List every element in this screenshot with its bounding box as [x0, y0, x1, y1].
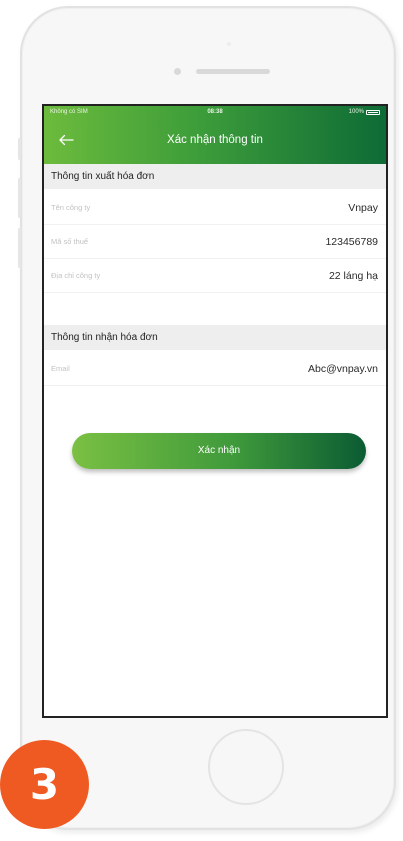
company-name-row: Tên công ty Vnpay [44, 191, 386, 225]
company-address-label: Địa chỉ công ty [51, 271, 101, 280]
company-address-value: 22 láng hạ [328, 270, 378, 282]
status-time: 08:38 [207, 109, 223, 115]
side-button-volume-down [18, 228, 21, 268]
email-value: Abc@vnpay.vn [308, 363, 378, 375]
receive-section-header: Thông tin nhận hóa đơn [44, 325, 386, 350]
company-name-value: Vnpay [348, 202, 378, 214]
tax-code-label: Mã số thuế [51, 237, 89, 246]
company-address-row: Địa chỉ công ty 22 láng hạ [44, 259, 386, 293]
confirm-button[interactable]: Xác nhận [72, 433, 366, 469]
front-camera [174, 68, 181, 75]
home-button[interactable] [208, 729, 284, 805]
carrier-label: Không có SIM [50, 109, 88, 115]
side-button-mute [18, 138, 21, 160]
page-title: Xác nhận thông tin [167, 134, 263, 146]
invoice-section-header: Thông tin xuất hóa đơn [44, 164, 386, 189]
app-screen: Không có SIM 08:38 100% Xác nhận thông t… [42, 104, 388, 718]
battery-icon [366, 109, 380, 115]
status-bar: Không có SIM 08:38 100% [44, 109, 386, 121]
app-header: Không có SIM 08:38 100% Xác nhận thông t… [44, 106, 386, 164]
battery-indicator: 100% [349, 109, 380, 115]
tax-code-value: 123456789 [325, 236, 378, 248]
email-label: Email [51, 364, 70, 373]
battery-percent: 100% [348, 109, 364, 115]
earpiece-dot [227, 42, 231, 46]
tax-code-row: Mã số thuế 123456789 [44, 225, 386, 259]
company-name-label: Tên công ty [51, 203, 91, 212]
speaker-grille [196, 69, 270, 74]
step-number-badge: 3 [0, 740, 89, 829]
email-row: Email Abc@vnpay.vn [44, 352, 386, 386]
side-button-volume-up [18, 178, 21, 218]
